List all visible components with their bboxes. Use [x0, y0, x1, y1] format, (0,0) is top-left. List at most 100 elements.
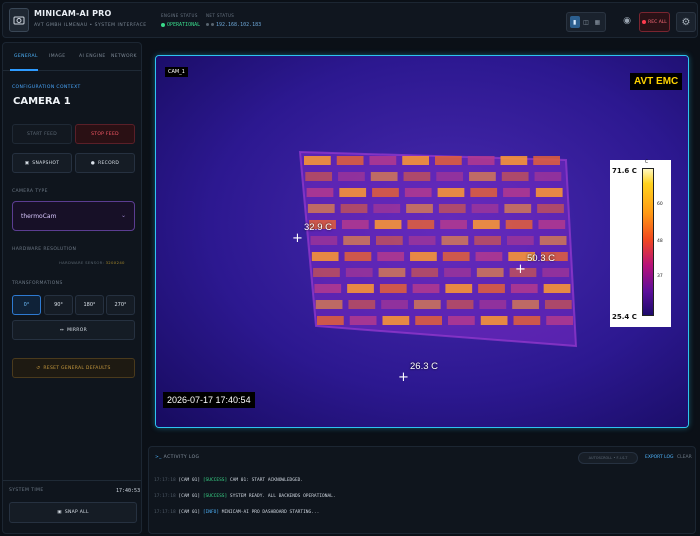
- heat-cell: [374, 220, 402, 229]
- rotate-0-button[interactable]: 0°: [12, 295, 41, 315]
- heat-cell: [304, 156, 331, 165]
- thermal-viewer[interactable]: CAM_1 AVT EMC + 32.9 C + 50.3 C + 26.3 C…: [155, 55, 689, 428]
- heat-cell: [311, 252, 339, 261]
- log-ts: 17:17:18: [154, 478, 176, 483]
- palette-icon[interactable]: ◉: [619, 13, 635, 29]
- settings-gear-icon[interactable]: ⚙: [676, 12, 696, 32]
- heat-cell: [313, 268, 340, 277]
- camera-type-select[interactable]: thermoCam ⌄: [12, 201, 135, 231]
- heat-cell: [415, 316, 442, 325]
- camera-tag: CAM_1: [165, 67, 188, 77]
- heat-cell: [445, 284, 473, 293]
- scale-tick: 60: [657, 202, 663, 207]
- log-level: [SUCCESS]: [202, 494, 228, 499]
- heat-cell: [381, 300, 408, 309]
- heat-cell: [505, 220, 533, 229]
- heat-cell: [379, 284, 407, 293]
- stop-feed-button[interactable]: STOP FEED: [75, 124, 135, 144]
- heat-cell: [440, 220, 467, 229]
- heat-cell: [503, 188, 530, 197]
- export-log-button[interactable]: EXPORT LOG: [645, 455, 674, 460]
- timestamp-overlay: 2026-07-17 17:40:54: [163, 392, 255, 408]
- rotate-90-button[interactable]: 90°: [44, 295, 73, 315]
- heat-cell: [544, 300, 572, 309]
- heat-cell: [349, 316, 377, 325]
- heat-cell: [504, 204, 532, 213]
- system-time-value: 17:40:53: [116, 488, 141, 494]
- layout-switcher: ▮ ◫ ▦: [566, 12, 606, 32]
- tab-bar: GENERAL IMAGE AI ENGINE NETWORK: [3, 43, 141, 71]
- heat-cell: [404, 188, 432, 197]
- snap-all-button[interactable]: ▣ SNAP ALL: [9, 502, 137, 523]
- scale-tick: 37: [657, 274, 663, 279]
- heat-cell: [533, 156, 560, 165]
- scale-min: 25.4 C: [612, 313, 637, 321]
- reset-icon: ↺: [36, 365, 41, 371]
- activity-log-panel: >_ ACTIVITY LOG AUTOSCROLL • F-I-S-T EXP…: [148, 446, 696, 534]
- log-entry: 17:17:18 [CAM 01] [INFO] MINICAM-AI PRO …: [154, 510, 319, 515]
- heat-cell: [338, 172, 365, 181]
- mirror-button[interactable]: ↔ MIRROR: [12, 320, 135, 340]
- net-dot-icon: [211, 23, 214, 26]
- heat-cell: [441, 236, 469, 245]
- heat-cell: [512, 300, 539, 309]
- start-feed-label: START FEED: [26, 131, 58, 137]
- heat-cell: [369, 156, 397, 165]
- heat-cell: [305, 172, 333, 181]
- heat-cell: [438, 204, 466, 213]
- record-button[interactable]: ● RECORD: [75, 153, 135, 173]
- rec-all-button[interactable]: REC ALL: [639, 12, 670, 32]
- heat-cell: [448, 316, 475, 325]
- rotate-270-button[interactable]: 270°: [106, 295, 135, 315]
- hw-sensor-prefix: HARDWARE SENSOR:: [59, 260, 105, 265]
- heat-cell: [407, 220, 435, 229]
- active-tab-indicator: [10, 69, 38, 71]
- clear-log-button[interactable]: CLEAR: [677, 455, 692, 460]
- chevron-down-icon: ⌄: [120, 212, 126, 219]
- heat-cell: [476, 268, 504, 277]
- log-filter-input[interactable]: AUTOSCROLL • F-I-S-T: [578, 452, 638, 464]
- tab-image[interactable]: IMAGE: [49, 54, 66, 59]
- layout-grid-icon[interactable]: ▦: [592, 16, 602, 28]
- record-icon: ●: [90, 160, 96, 166]
- layout-single-icon[interactable]: ▮: [569, 16, 580, 28]
- reset-defaults-button[interactable]: ↺ RESET GENERAL DEFAULTS: [12, 358, 135, 378]
- log-cam: [CAM 01]: [178, 510, 201, 515]
- heat-cell: [372, 188, 399, 197]
- start-feed-button[interactable]: START FEED: [12, 124, 72, 144]
- heat-cell: [442, 252, 470, 261]
- heat-cell: [343, 236, 370, 245]
- engine-status-label: ENGINE STATUS: [161, 13, 198, 18]
- camera-type-value: thermoCam: [21, 213, 57, 220]
- app-logo-icon: [9, 8, 29, 32]
- camera-name: CAMERA 1: [13, 96, 71, 107]
- heat-cell: [480, 316, 508, 325]
- heat-cell: [406, 204, 433, 213]
- sidebar: GENERAL IMAGE AI ENGINE NETWORK CONFIGUR…: [2, 42, 142, 534]
- tab-general[interactable]: GENERAL: [14, 54, 38, 59]
- heat-cell: [475, 252, 503, 261]
- rotate-180-button[interactable]: 180°: [75, 295, 104, 315]
- heat-cell: [472, 220, 500, 229]
- status-dot-icon: [161, 22, 165, 27]
- heat-cell: [336, 156, 364, 165]
- snap-all-label: SNAP ALL: [64, 510, 89, 515]
- heat-cell: [534, 172, 562, 181]
- heat-cell: [513, 316, 541, 325]
- stop-feed-label: STOP FEED: [91, 131, 119, 137]
- heat-cell: [446, 300, 474, 309]
- engine-status: OPERATIONAL: [161, 22, 200, 28]
- heat-cell: [537, 204, 564, 213]
- snapshot-button[interactable]: ▣ SNAPSHOT: [12, 153, 72, 173]
- tab-ai-engine[interactable]: AI ENGINE: [79, 54, 106, 59]
- log-level: [SUCCESS]: [202, 478, 228, 483]
- tab-network[interactable]: NETWORK: [111, 54, 137, 59]
- heat-cell: [467, 156, 495, 165]
- heat-cell: [347, 284, 374, 293]
- log-title: >_ ACTIVITY LOG: [155, 455, 199, 460]
- layout-split-icon[interactable]: ◫: [581, 16, 591, 28]
- heat-cell: [543, 284, 571, 293]
- heat-cell: [378, 268, 406, 277]
- heat-cell: [310, 236, 338, 245]
- top-bar: MINICAM-AI PRO AVT GMBH ILMENAU • SYSTEM…: [2, 2, 698, 38]
